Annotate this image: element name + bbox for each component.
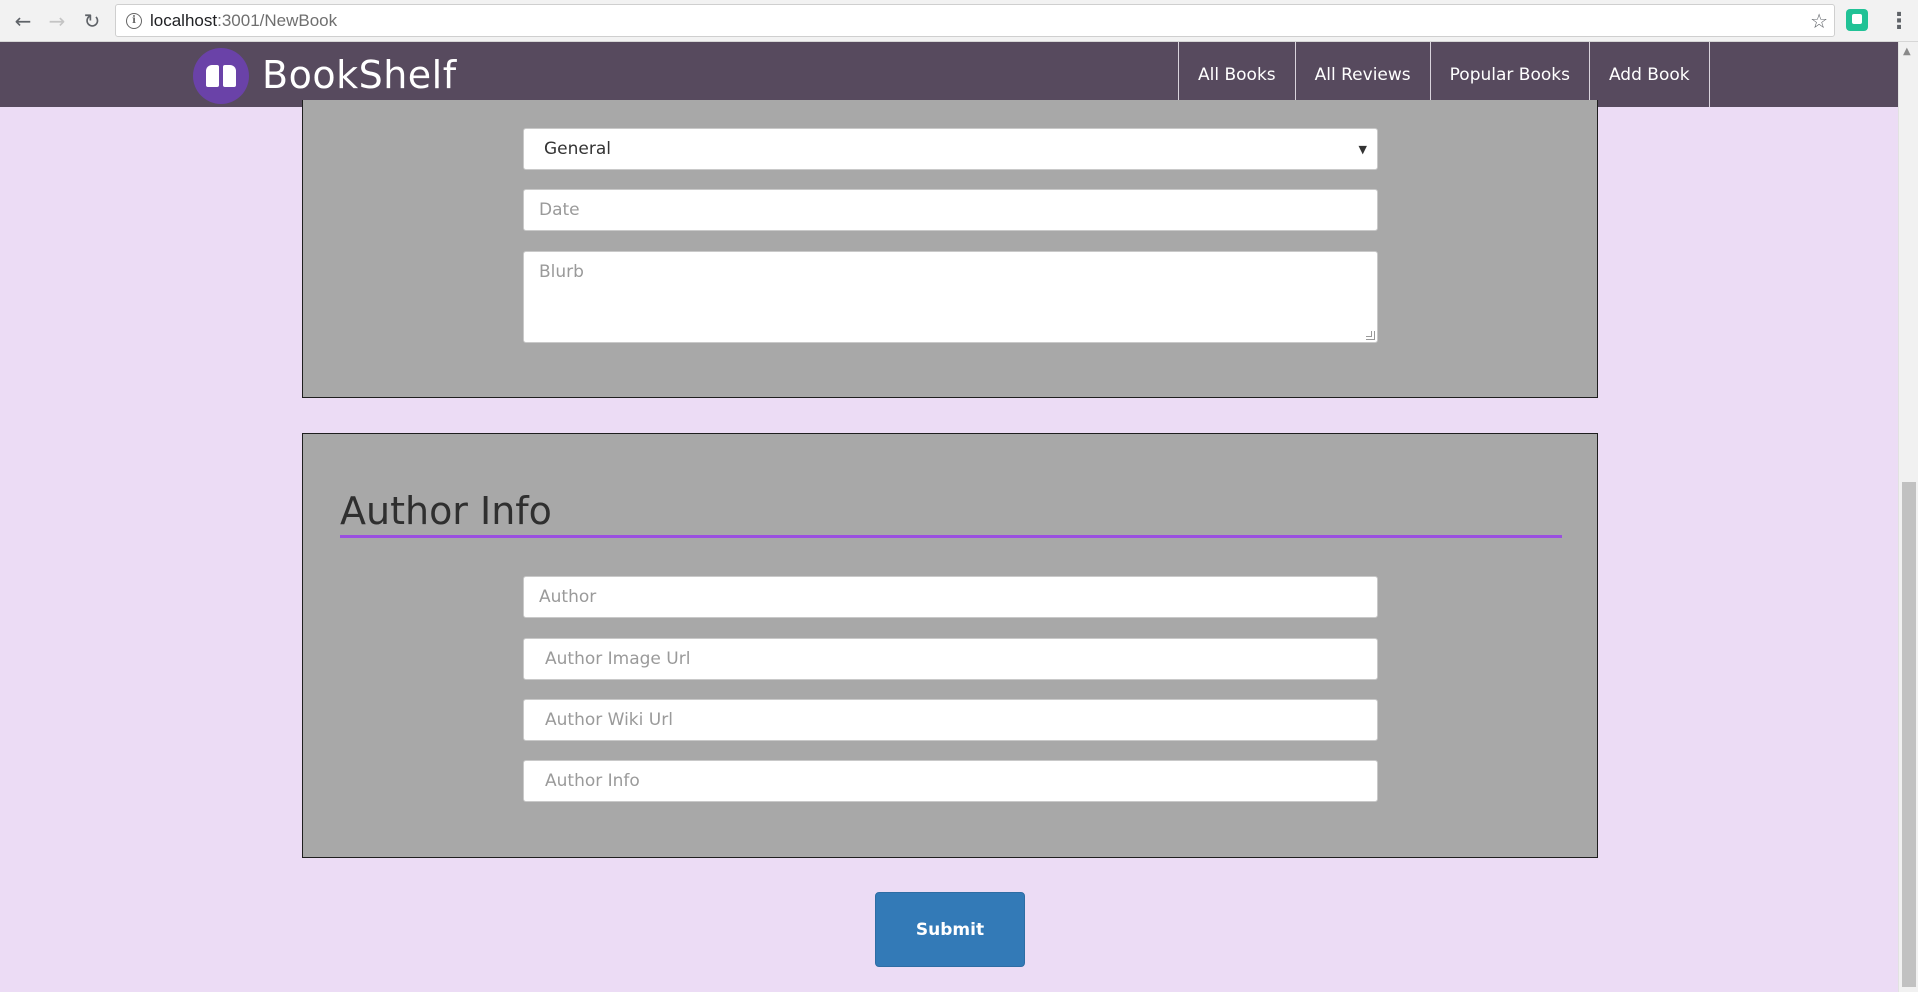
nav-link-add-book[interactable]: Add Book [1588, 42, 1710, 107]
scroll-thumb[interactable] [1902, 482, 1916, 987]
page-scrollbar[interactable]: ▲ [1898, 42, 1918, 992]
app-navbar: BookShelf All Books All Reviews Popular … [0, 42, 1898, 107]
star-icon[interactable]: ☆ [1810, 9, 1828, 33]
blurb-field[interactable]: Blurb [523, 251, 1378, 343]
author-wiki-url-field[interactable]: Author Wiki Url [523, 699, 1378, 741]
scroll-up-icon[interactable]: ▲ [1903, 46, 1911, 57]
book-info-panel: General ▼ Date Blurb [302, 100, 1598, 398]
author-info-field[interactable]: Author Info [523, 760, 1378, 802]
date-field[interactable]: Date [523, 189, 1378, 231]
nav-link-all-reviews[interactable]: All Reviews [1294, 42, 1430, 107]
submit-button[interactable]: Submit [875, 892, 1025, 967]
nav-links: All Books All Reviews Popular Books Add … [1178, 42, 1710, 107]
kebab-menu-icon[interactable]: ⋮ [1888, 8, 1910, 34]
extension-icon[interactable] [1846, 9, 1868, 31]
section-title: Author Info [340, 489, 552, 533]
nav-link-all-books[interactable]: All Books [1178, 42, 1295, 107]
back-icon[interactable]: ← [10, 8, 36, 34]
browser-toolbar: ← → ↻ i localhost:3001/NewBook ☆ ⋮ [0, 0, 1918, 42]
info-icon[interactable]: i [126, 12, 142, 29]
blurb-placeholder: Blurb [539, 262, 584, 282]
brand-title[interactable]: BookShelf [262, 53, 457, 97]
section-divider [340, 535, 1562, 538]
caret-down-icon: ▼ [1358, 143, 1367, 156]
url-path: :3001/NewBook [217, 10, 338, 30]
url-host: localhost [150, 10, 218, 30]
author-image-url-field[interactable]: Author Image Url [523, 638, 1378, 680]
forward-icon[interactable]: → [44, 8, 70, 34]
book-icon [206, 65, 236, 87]
url-text[interactable]: localhost:3001/NewBook [150, 11, 337, 31]
author-info-panel: Author Info Author Author Image Url Auth… [302, 433, 1598, 858]
author-field[interactable]: Author [523, 576, 1378, 618]
nav-link-popular-books[interactable]: Popular Books [1429, 42, 1589, 107]
genre-select[interactable]: General ▼ [523, 128, 1378, 170]
resize-grip-icon[interactable] [1366, 331, 1375, 340]
address-bar[interactable]: i localhost:3001/NewBook ☆ [115, 4, 1835, 37]
reload-icon[interactable]: ↻ [79, 8, 105, 34]
logo[interactable] [193, 48, 249, 104]
genre-select-value: General [544, 139, 611, 159]
